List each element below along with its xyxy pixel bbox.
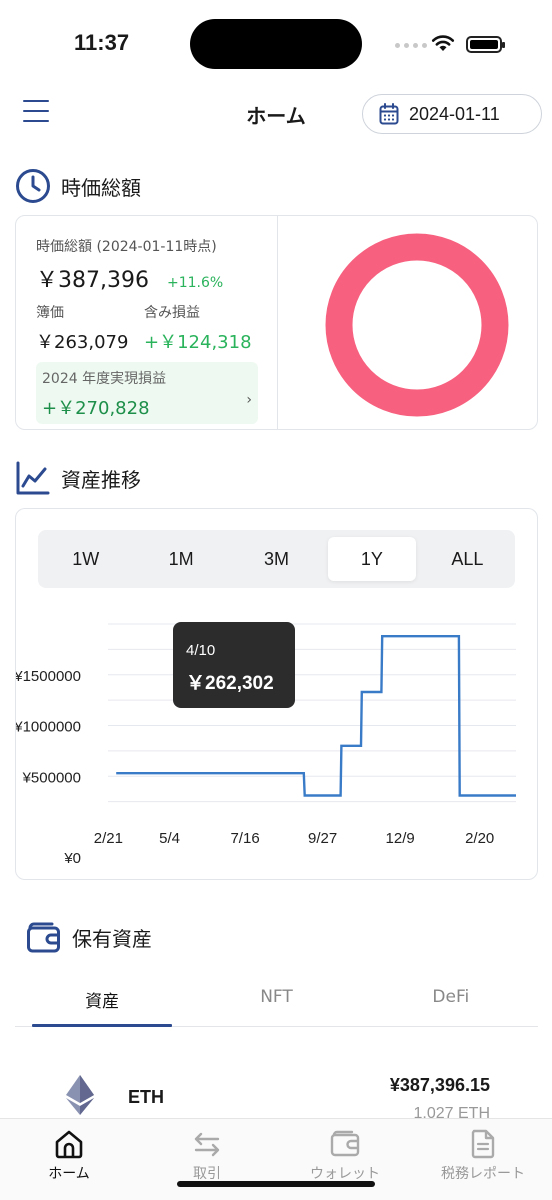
nav-trade[interactable]: 取引 <box>138 1119 276 1200</box>
ethereum-icon <box>66 1075 94 1115</box>
x-tick-label: 5/4 <box>159 830 180 847</box>
holdings-section-header: 保有資産 <box>26 920 152 954</box>
asset-trend-chart[interactable]: ¥0 ¥500000 ¥1000000 ¥1500000 2/21 5/4 7/16 9/27… <box>16 509 537 879</box>
market-value-label: 時価総額 (2024-01-11時点) <box>36 239 217 255</box>
bottom-navigation: ホーム 取引 ウォレット 税務レポート <box>0 1118 552 1200</box>
x-tick-label: 12/9 <box>386 830 415 847</box>
x-tick-label: 7/16 <box>230 830 259 847</box>
nav-tax-report[interactable]: 税務レポート <box>414 1119 552 1200</box>
status-bar: 11:37 <box>0 0 552 90</box>
asset-value: ¥387,396.15 <box>389 1075 490 1095</box>
market-value-card: 時価総額 (2024-01-11時点) ￥387,396 +11.6% 簿価 ￥… <box>15 215 538 430</box>
nav-wallet[interactable]: ウォレット <box>276 1119 414 1200</box>
report-icon <box>471 1129 495 1159</box>
section-title: 資産推移 <box>61 467 141 492</box>
donut-ring <box>325 233 509 417</box>
asset-symbol: ETH <box>128 1087 164 1107</box>
nav-label: ウォレット <box>310 1166 380 1182</box>
wifi-icon <box>431 35 455 51</box>
x-tick-label: 9/27 <box>308 830 337 847</box>
wallet-icon <box>27 922 60 953</box>
app-header: ホーム 2024-01-11 <box>0 90 552 140</box>
unrealized-pl-label: 含み損益 <box>144 305 200 321</box>
tooltip-date: 4/10 <box>186 642 215 659</box>
nav-home[interactable]: ホーム <box>0 1119 138 1200</box>
home-icon <box>55 1130 83 1159</box>
realized-pl-card[interactable]: 2024 年度実現損益 +￥270,828 › <box>36 362 258 424</box>
home-indicator <box>177 1181 375 1187</box>
x-tick-label: 2/21 <box>94 830 123 847</box>
x-tick-label: 2/20 <box>465 830 494 847</box>
y-tick-label: ¥0 <box>63 850 81 867</box>
chart-tooltip <box>173 622 295 708</box>
book-value-label: 簿価 <box>36 305 64 321</box>
nav-label: 取引 <box>193 1166 221 1182</box>
y-tick-label: ¥1000000 <box>16 719 81 736</box>
market-value-section-header: 時価総額 <box>15 168 141 204</box>
date-picker-button[interactable]: 2024-01-11 <box>362 94 542 134</box>
asset-trend-card: 1W 1M 3M 1Y ALL ¥0 ¥500000 ¥1000000 ¥150000… <box>15 508 538 880</box>
cellular-signal-icon <box>395 43 427 48</box>
swap-icon <box>194 1132 220 1157</box>
tab-defi[interactable]: DeFi <box>364 975 538 1026</box>
holdings-tabs: 資産 NFT DeFi <box>15 975 538 1027</box>
y-tick-label: ¥500000 <box>22 769 81 786</box>
allocation-donut-chart <box>325 233 509 417</box>
dynamic-island <box>190 19 362 69</box>
line-chart-icon <box>16 461 50 495</box>
market-value-total: ￥387,396 <box>36 268 149 293</box>
market-value-change: +11.6% <box>166 275 224 291</box>
status-time: 11:37 <box>74 30 130 55</box>
y-tick-label: ¥1500000 <box>16 668 81 685</box>
realized-pl-label: 2024 年度実現損益 <box>42 371 167 387</box>
book-value: ￥263,079 <box>36 332 129 353</box>
section-title: 時価総額 <box>61 175 141 200</box>
chevron-right-icon: › <box>246 392 252 408</box>
tooltip-value: ￥262,302 <box>186 673 274 694</box>
battery-icon <box>466 36 505 53</box>
nav-label: 税務レポート <box>441 1166 525 1182</box>
clock-icon <box>16 169 50 203</box>
wallet-icon <box>330 1130 360 1157</box>
calendar-icon <box>379 103 399 125</box>
asset-row[interactable]: ETH ¥387,396.15 1.027 ETH <box>0 1065 552 1125</box>
date-label: 2024-01-11 <box>409 103 500 124</box>
nav-label: ホーム <box>48 1166 90 1182</box>
realized-pl-value: +￥270,828 <box>42 398 150 419</box>
market-value-summary: 時価総額 (2024-01-11時点) ￥387,396 +11.6% 簿価 ￥… <box>16 216 278 429</box>
tab-assets[interactable]: 資産 <box>15 975 189 1027</box>
unrealized-pl-value: +￥124,318 <box>144 332 252 353</box>
tab-nft[interactable]: NFT <box>189 975 363 1026</box>
asset-trend-section-header: 資産推移 <box>15 460 141 496</box>
section-title: 保有資産 <box>72 926 152 951</box>
